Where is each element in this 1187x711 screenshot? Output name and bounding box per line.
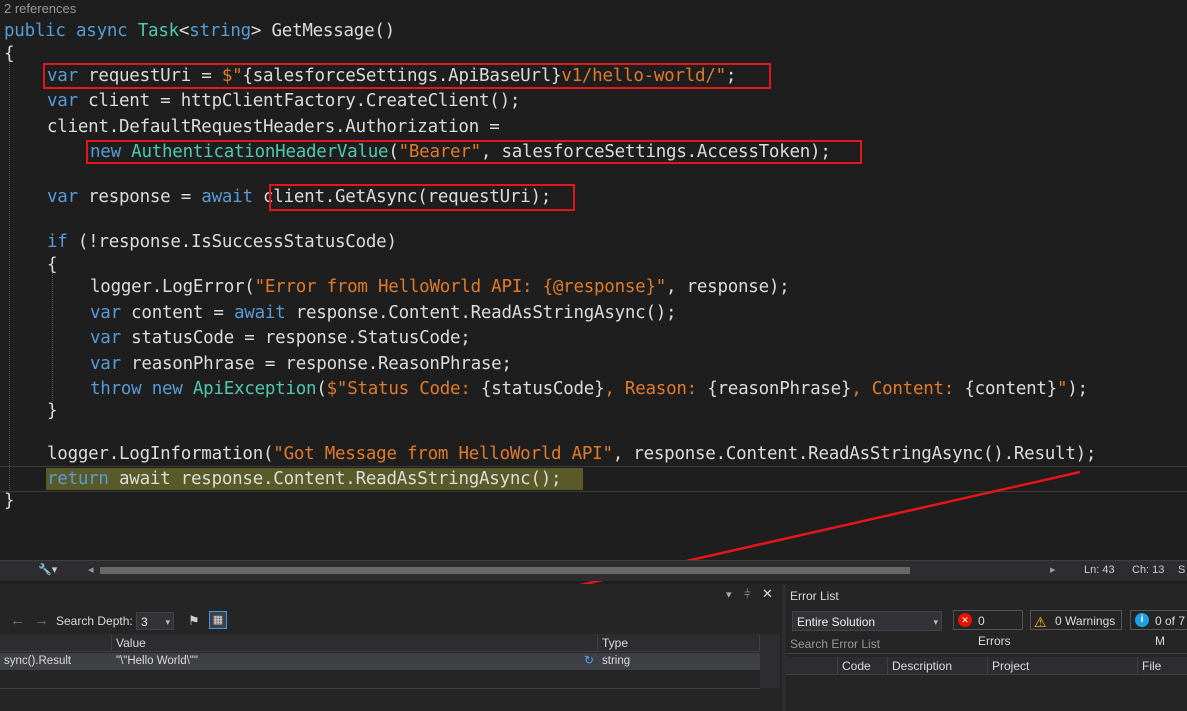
error-list-title: Error List [790,589,839,603]
watch-value-cell: "\"Hello World\"" [112,653,598,670]
search-bar: ← → Search Depth: 3 ▾ ⚑ ▦ [0,610,782,632]
editor-status-bar: 🔧▾ ◂ ▸ Ln: 43 Ch: 13 S [0,560,1187,581]
scope-select[interactable]: Entire Solution ▾ [792,611,942,631]
refresh-icon[interactable]: ↻ [584,653,594,667]
description-column-header[interactable]: Description [888,657,988,675]
error-list-panel: Error List Entire Solution ▾ ✕ 0 Errors ⚠… [786,584,1187,711]
watch-panel: ▾ ⫩ ✕ ← → Search Depth: 3 ▾ ⚑ ▦ Value Typ… [0,584,782,711]
close-icon[interactable]: ✕ [762,586,773,602]
errors-filter-button[interactable]: ✕ 0 Errors [953,610,1023,648]
editor-options-icon[interactable]: 🔧▾ [38,563,57,576]
value-column-header[interactable]: Value [112,634,598,652]
watch-name-cell: sync().Result [0,653,112,670]
messages-filter-button[interactable]: i 0 of 7 M [1130,610,1187,648]
horizontal-scrollbar[interactable] [100,567,910,574]
scroll-right-icon[interactable]: ▸ [1050,563,1056,576]
pin-icon[interactable]: ⫩ [744,587,751,602]
type-column-header[interactable]: Type [598,634,760,652]
warnings-filter-button[interactable]: ⚠ 0 Warnings [1030,610,1122,630]
watch-type-cell: string [598,653,760,670]
file-column-header[interactable]: File [1138,657,1187,675]
line-number: Ln: 43 [1084,564,1115,576]
scrollbar-thumb[interactable] [100,567,910,574]
column-number: Ch: 13 [1132,564,1165,576]
filter-pin-icon[interactable]: ⚑ [188,613,200,629]
info-icon: i [1135,613,1149,627]
error-list-search[interactable]: Search Error List [786,635,1187,654]
grid-view-icon[interactable]: ▦ [209,611,227,629]
forward-arrow-icon[interactable]: → [34,612,49,629]
search-depth-select[interactable]: 3 ▾ [136,612,174,630]
error-list-search-input[interactable]: Search Error List [790,637,880,651]
panel-dropdown-icon[interactable]: ▾ [726,588,732,601]
table-row-empty[interactable] [0,670,760,689]
error-icon: ✕ [958,613,972,627]
scroll-left-icon[interactable]: ◂ [88,563,94,576]
back-arrow-icon[interactable]: ← [10,612,25,629]
project-column-header[interactable]: Project [988,657,1138,675]
error-icon-column-header[interactable] [786,657,838,675]
name-column-header[interactable] [0,634,112,652]
warning-icon: ⚠ [1034,614,1047,630]
search-depth-label: Search Depth: [56,614,133,628]
table-row[interactable]: sync().Result "\"Hello World\"" ↻ string [0,653,760,670]
status-extra: S [1178,564,1186,576]
code-column-header[interactable]: Code [838,657,888,675]
watch-toolbar: ▾ ⫩ ✕ [0,584,782,610]
vertical-scrollbar[interactable] [760,634,780,688]
